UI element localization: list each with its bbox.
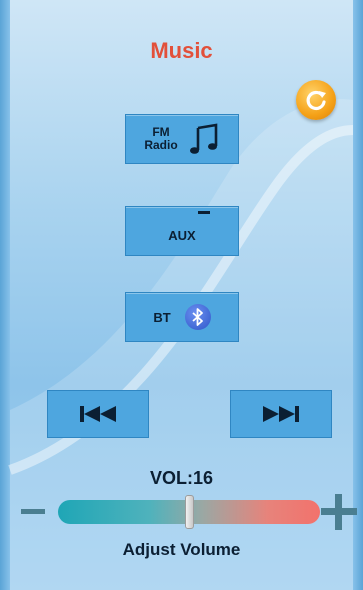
bt-label: BT [153, 309, 171, 325]
volume-level: VOL:16 [149, 468, 214, 488]
page-title: Music [150, 38, 213, 63]
music-screen: Music FM Radio AUX BT VOL:16 Adjust Volu… [0, 0, 363, 590]
bt-button[interactable]: BT [125, 292, 239, 342]
music-note-icon [189, 123, 217, 154]
volume-caption: Adjust Volume [122, 540, 241, 559]
fm-radio-button[interactable]: FM Radio [125, 114, 239, 164]
aux-button[interactable]: AUX [125, 206, 239, 256]
aux-indicator [198, 211, 210, 214]
next-track-button[interactable] [230, 390, 332, 438]
aux-label: AUX [168, 227, 196, 243]
refresh-button[interactable] [296, 80, 336, 120]
bluetooth-icon [184, 304, 211, 330]
refresh-icon [306, 90, 326, 111]
skip-next-icon [263, 406, 299, 422]
plus-icon-vertical[interactable] [335, 494, 342, 530]
volume-slider-thumb[interactable] [185, 495, 194, 529]
minus-icon[interactable] [21, 509, 45, 514]
skip-previous-icon [80, 406, 116, 422]
previous-track-button[interactable] [47, 390, 149, 438]
fm-label-line2: Radio [144, 138, 178, 152]
fm-radio-label: FM Radio [144, 126, 177, 152]
